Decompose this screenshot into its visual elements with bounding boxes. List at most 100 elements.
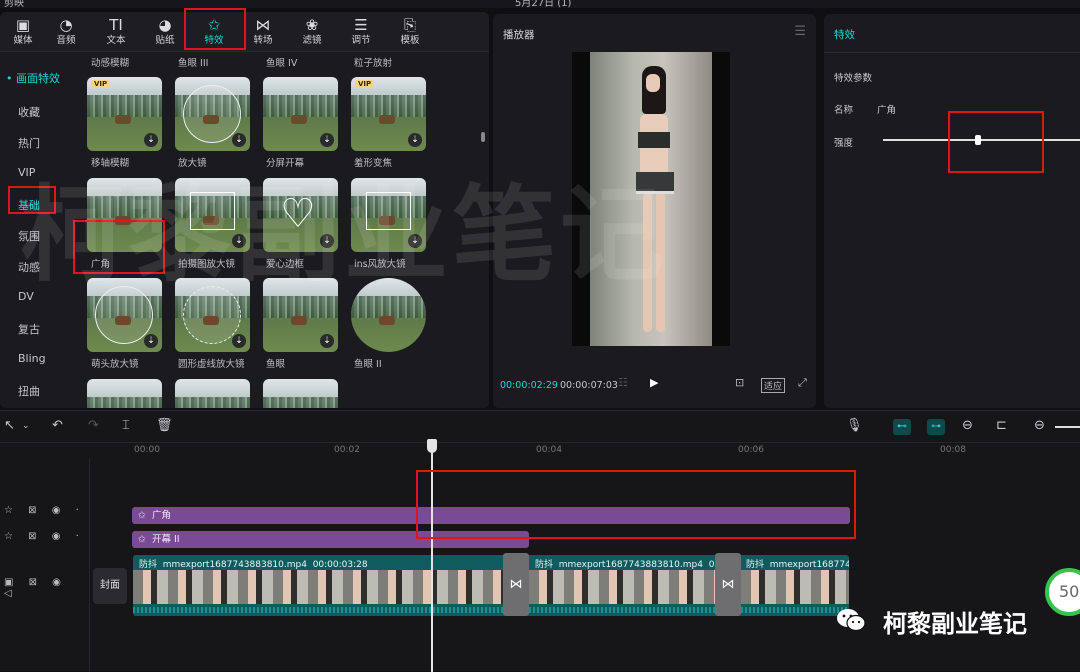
tab-text[interactable]: TI 文本 [93,15,139,51]
transition-icon[interactable]: ⋈ [503,553,529,616]
effect-caption: 粒子放射 [354,58,393,69]
video-track-controls[interactable]: ▣ ⊠ ◉ ◁ [4,577,89,599]
grid-icon[interactable]: ☷ [618,376,628,389]
nav-item-hot[interactable]: 热门 [18,135,40,151]
name-label: 名称 [834,105,854,116]
download-icon[interactable]: ⇣ [144,334,158,348]
ruler-tick: 00:04 [536,445,562,455]
ruler-tick: 00:02 [334,445,360,455]
chain-icon[interactable]: ⊖ [962,418,973,433]
project-title: 5月27日 (1) [515,0,572,8]
download-icon[interactable]: ⇣ [232,133,246,147]
effect-caption: 鱼眼 IV [266,58,298,69]
current-time: 00:00:02:29 [500,380,558,391]
zoom-slider[interactable] [1055,426,1080,428]
props-section-title: 特效参数 [834,73,873,84]
video-clips[interactable]: 防抖 mmexport1687743883810.mp4 00:00:03:28… [133,555,849,616]
ruler-tick: 00:06 [738,445,764,455]
download-icon[interactable]: ⇣ [408,133,422,147]
preview-axis-icon[interactable]: ⊏ [996,418,1007,433]
nav-item-bling[interactable]: Bling [18,352,46,365]
effects-icon: ✩ [138,534,146,545]
time-ruler[interactable]: 00:00 00:02 00:04 00:06 00:08 [132,443,1080,459]
fullscreen-icon[interactable]: ⤢ [798,376,807,390]
effect-track-controls[interactable]: ☆ ⊠ ◉ · [4,505,85,516]
clip-thumbnails [133,570,505,604]
delete-icon[interactable]: 🗑 [156,418,173,433]
effect-card[interactable] [175,379,250,408]
vip-badge: VIP [91,80,111,88]
link-icon[interactable]: ⊶ [927,419,945,435]
app-title: 剪映 [4,0,24,8]
effect-card-magnifier[interactable]: ⇣ [175,77,250,151]
nav-section-screen-effects[interactable]: • 画面特效 [6,70,60,86]
effect-track-controls[interactable]: ☆ ⊠ ◉ · [4,531,85,542]
undo-icon[interactable]: ↶ [52,418,63,433]
track-headers: ☆ ⊠ ◉ · ☆ ⊠ ◉ · ▣ ⊠ ◉ ◁ [0,459,90,672]
tab-audio[interactable]: ◔ 音频 [43,15,89,51]
wechat-icon [837,609,866,632]
transition-icon: ⋈ [255,16,271,34]
name-value: 广角 [877,105,897,116]
download-icon[interactable]: ⇣ [144,133,158,147]
effect-card[interactable] [87,379,162,408]
brand-name: 柯黎副业笔记 [883,610,1027,638]
effect-card-zoom[interactable]: VIP ⇣ [351,77,426,151]
magnet-icon[interactable]: ⊷ [893,419,911,435]
effect-caption: 圆形虚线放大镜 [178,359,245,370]
filter-icon: ❀ [305,16,319,34]
effect-caption: 鱼眼 II [354,359,382,370]
effect-properties-panel: 特效 特效参数 名称 广角 强度 [824,14,1080,408]
effect-card-tilt-shift-blur[interactable]: VIP ⇣ [87,77,162,151]
redo-icon[interactable]: ↷ [88,418,99,433]
timeline-toolbar: ↖ ⌄ ↶ ↷ ⌶ 🗑 🎙 ⊷ ⊶ ⊖ ⊏ ⊖ [0,411,1080,443]
highlight-box [948,111,1044,173]
nav-item-distort[interactable]: 扭曲 [18,383,40,399]
download-icon[interactable]: ⇣ [320,133,334,147]
download-icon[interactable]: ⇣ [320,334,334,348]
text-icon: TI [109,16,123,34]
ruler-tick: 00:00 [134,445,160,455]
total-time: 00:00:07:03 [560,380,618,391]
template-icon: ⎘ [403,16,416,34]
microphone-icon[interactable]: 🎙 [846,418,863,433]
download-icon[interactable]: ⇣ [232,334,246,348]
effects-scrollbar[interactable] [481,132,485,142]
player-title: 播放器 [503,29,535,41]
effect-caption: 动感模糊 [91,58,130,69]
tab-transition[interactable]: ⋈ 转场 [240,15,286,51]
tab-filter[interactable]: ❀ 滤镜 [289,15,335,51]
adjust-icon: ☰ [354,16,368,34]
tab-template[interactable]: ⎘ 模板 [387,15,433,51]
fit-button[interactable]: 适应 [761,378,786,393]
menu-icon[interactable]: ☰ [794,24,806,39]
transition-icon[interactable]: ⋈ [715,553,741,616]
effects-icon: ✩ [138,510,146,521]
audio-icon: ◔ [59,16,73,34]
clip-label: 防抖 mmexport1687743883810.mp4 00:0 [535,560,729,570]
vip-badge: VIP [355,80,375,88]
select-tool-icon[interactable]: ↖ [4,418,15,433]
highlight-box [416,470,856,539]
props-title: 特效 [834,29,855,41]
effect-card[interactable] [263,379,338,408]
cover-button[interactable]: 封面 [93,568,127,604]
ruler-tick: 00:08 [940,445,966,455]
sticker-icon: ◕ [158,16,172,34]
clip-label: 防抖 mmexport1687743 [746,560,849,570]
nav-item-favorites[interactable]: 收藏 [18,104,40,120]
clip-label: 防抖 mmexport1687743883810.mp4 00:00:03:28 [139,560,368,570]
zoom-out-icon[interactable]: ⊖ [1034,418,1045,433]
screenshot-icon[interactable]: ⊡ [735,376,744,389]
split-icon[interactable]: ⌶ [122,418,130,433]
tab-adjust[interactable]: ☰ 调节 [338,15,384,51]
tab-sticker[interactable]: ◕ 贴纸 [142,15,188,51]
nav-item-retro[interactable]: 复古 [18,321,40,337]
clip-thumbnails [529,570,717,604]
effect-caption: 萌头放大镜 [91,359,139,370]
watermark: 柯黎副业笔记 [20,174,669,296]
tab-media[interactable]: ▣ 媒体 [0,15,46,51]
chevron-down-icon[interactable]: ⌄ [22,421,30,431]
effect-card-split-open[interactable]: ⇣ [263,77,338,151]
play-icon[interactable]: ▶ [650,376,658,389]
